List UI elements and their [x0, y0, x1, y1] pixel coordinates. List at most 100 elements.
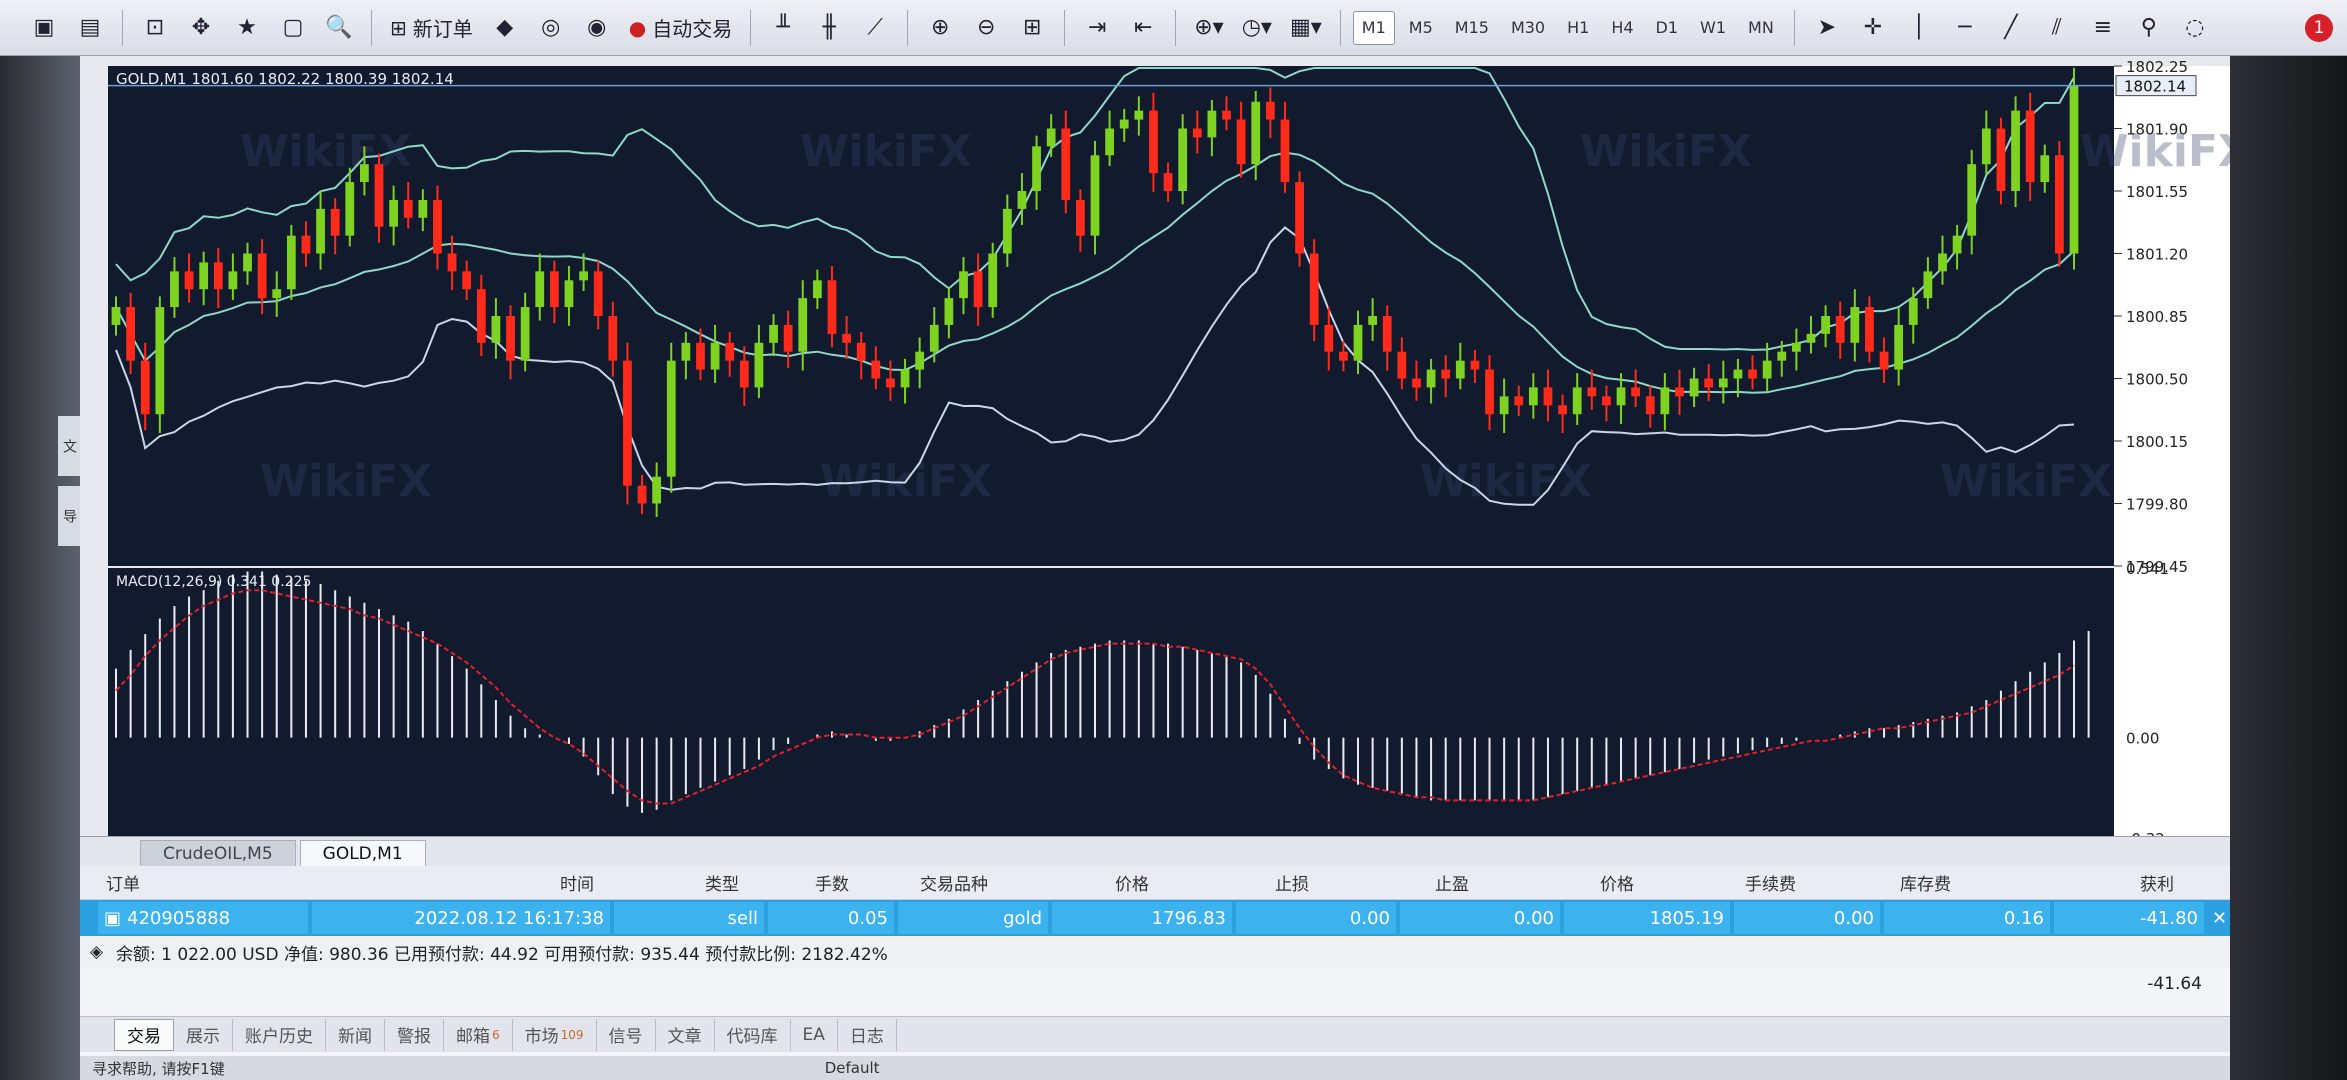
order-row[interactable]: ▣ 420905888 2022.08.12 16:17:38 sell 0.05… [80, 900, 2230, 936]
candle-body [623, 360, 632, 486]
data-window-icon[interactable]: ✥ [181, 8, 221, 48]
col-current-price[interactable]: 价格 [1600, 866, 1634, 899]
tab-account-history[interactable]: 账户历史 [233, 1018, 326, 1051]
auto-scroll-icon[interactable]: ⇥ [1077, 8, 1117, 48]
order-id-value: 420905888 [127, 907, 231, 929]
tab-mailbox[interactable]: 邮箱 6 [444, 1018, 513, 1051]
market-watch-icon[interactable]: ⊡ [135, 8, 175, 48]
candle-body [1470, 360, 1480, 370]
left-panel-tab-1[interactable]: 文 [58, 416, 80, 476]
horizontal-line-icon[interactable]: ─ [1945, 8, 1985, 48]
main-toolbar: ▣ ▤ ⊡ ✥ ★ ▢ 🔍 ⊞ 新订单 ◆ ◎ ◉ ● 自动交易 ╨ ╫ ⟋ ⊕ ⊖… [0, 0, 2347, 56]
col-open-price[interactable]: 价格 [1115, 866, 1149, 899]
col-commission[interactable]: 手续费 [1745, 866, 1796, 899]
candle-body [1718, 378, 1728, 388]
terminal-tabs: 交易 展示 账户历史 新闻 警报 邮箱 6 市场 109 信号 文章 代码库 EA … [80, 1016, 2230, 1052]
timeframe-mn[interactable]: MN [1740, 11, 1782, 45]
col-lots[interactable]: 手数 [815, 866, 849, 899]
tab-exposure[interactable]: 展示 [174, 1018, 233, 1051]
candle-body [184, 271, 194, 290]
templates-icon[interactable]: ▦▾ [1284, 8, 1328, 48]
zoom-in-icon[interactable]: ⊕ [920, 8, 960, 48]
col-tp[interactable]: 止盈 [1435, 866, 1469, 899]
timeframe-h4[interactable]: H4 [1603, 11, 1641, 45]
search-icon[interactable]: ⚲ [2129, 8, 2169, 48]
tab-mailbox-count: 6 [492, 1027, 500, 1042]
market-icon[interactable]: ◎ [531, 8, 571, 48]
timeframe-m5[interactable]: M5 [1401, 11, 1441, 45]
vertical-line-icon[interactable]: │ [1899, 8, 1939, 48]
order-current-price: 1805.19 [1564, 902, 1730, 934]
auto-trading-button[interactable]: ● 自动交易 [623, 8, 738, 48]
timeframe-w1[interactable]: W1 [1692, 11, 1734, 45]
tab-code-base[interactable]: 代码库 [715, 1018, 791, 1051]
col-order[interactable]: 订单 [106, 866, 140, 899]
notification-badge[interactable]: 1 [2305, 14, 2333, 42]
strategy-tester-icon[interactable]: 🔍 [319, 8, 359, 48]
col-symbol[interactable]: 交易品种 [920, 866, 988, 899]
col-time[interactable]: 时间 [560, 866, 594, 899]
tab-signals[interactable]: 信号 [597, 1018, 656, 1051]
terminal-icon[interactable]: ▢ [273, 8, 313, 48]
timeframe-m15[interactable]: M15 [1447, 11, 1497, 45]
col-type[interactable]: 类型 [705, 866, 739, 899]
line-chart-icon[interactable]: ⟋ [855, 8, 895, 48]
candle-body [1704, 378, 1714, 388]
tab-news[interactable]: 新闻 [326, 1018, 385, 1051]
candle-body [1412, 378, 1421, 388]
fibonacci-icon[interactable]: ≡ [2083, 8, 2123, 48]
watermark-text: WikiFX [240, 126, 412, 177]
col-sl[interactable]: 止损 [1275, 866, 1309, 899]
indicators-icon[interactable]: ⊕▾ [1188, 8, 1229, 48]
cursor-icon[interactable]: ➤ [1807, 8, 1847, 48]
chart-tab-crudeoil[interactable]: CrudeOIL,M5 [140, 840, 296, 866]
chart-tab-gold[interactable]: GOLD,M1 [299, 840, 426, 866]
candle-body [696, 342, 705, 370]
col-profit[interactable]: 获利 [2140, 866, 2174, 899]
tab-market[interactable]: 市场 109 [513, 1018, 597, 1051]
new-chart-icon[interactable]: ▣ [24, 8, 64, 48]
profiles-icon[interactable]: ▤ [70, 8, 110, 48]
candle-body [564, 280, 574, 308]
candle-body [608, 316, 618, 361]
candle-body [1295, 182, 1304, 254]
new-order-button[interactable]: ⊞ 新订单 [384, 8, 479, 48]
signals-icon[interactable]: ◉ [577, 8, 617, 48]
status-profile[interactable]: Default [825, 1059, 880, 1077]
chat-icon[interactable]: ◌ [2175, 8, 2215, 48]
candlestick-icon[interactable]: ╫ [809, 8, 849, 48]
candle-body [1894, 324, 1904, 370]
tab-alerts[interactable]: 警报 [385, 1018, 444, 1051]
zoom-out-icon[interactable]: ⊖ [966, 8, 1006, 48]
tab-journal[interactable]: 日志 [838, 1018, 897, 1051]
timeframe-m1[interactable]: M1 [1352, 10, 1395, 45]
candle-body [725, 342, 735, 361]
tile-windows-icon[interactable]: ⊞ [1012, 8, 1052, 48]
candle-body [1441, 369, 1451, 379]
candle-body [1134, 110, 1144, 120]
timeframe-d1[interactable]: D1 [1648, 11, 1687, 45]
tab-experts[interactable]: EA [791, 1018, 838, 1051]
candle-body [798, 298, 808, 352]
tab-articles[interactable]: 文章 [656, 1018, 715, 1051]
price-scale[interactable] [2114, 66, 2230, 838]
candle-body [2040, 155, 2050, 183]
chart-shift-icon[interactable]: ⇤ [1123, 8, 1163, 48]
crosshair-icon[interactable]: ✛ [1853, 8, 1893, 48]
metaeditor-icon[interactable]: ◆ [485, 8, 525, 48]
timeframe-m30[interactable]: M30 [1503, 11, 1553, 45]
navigator-icon[interactable]: ★ [227, 8, 267, 48]
timeframe-h1[interactable]: H1 [1559, 11, 1597, 45]
trendline-icon[interactable]: ╱ [1991, 8, 2031, 48]
col-swap[interactable]: 库存费 [1900, 866, 1951, 899]
equidistant-channel-icon[interactable]: ⫽ [2037, 8, 2077, 48]
close-order-icon[interactable]: ✕ [2206, 902, 2228, 934]
bar-chart-icon[interactable]: ╨ [763, 8, 803, 48]
candle-body [579, 271, 588, 281]
periods-icon[interactable]: ◷▾ [1236, 8, 1278, 48]
left-panel-tab-2[interactable]: 导 [58, 486, 80, 546]
gold-m1-chart[interactable]: WikiFXWikiFXWikiFXWikiFXWikiFXWikiFXWiki… [80, 56, 2230, 856]
candle-body [1236, 119, 1246, 165]
tab-trade[interactable]: 交易 [114, 1018, 174, 1051]
candle-body [433, 199, 442, 254]
